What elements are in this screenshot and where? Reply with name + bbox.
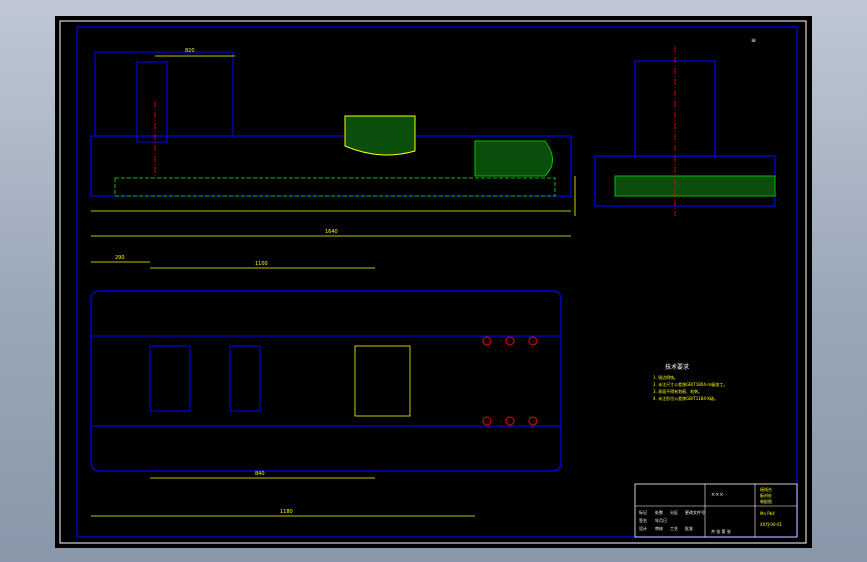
title-block-cell-1: 标记 [639, 509, 647, 515]
tech-req-line-1: 1. 锐边倒钝。 [653, 374, 678, 380]
title-block-material: Mn Pb4 [760, 511, 775, 516]
plan-view-top-dimension: 1100 [255, 261, 268, 267]
title-block-cell-2: 处数 [655, 509, 663, 515]
title-block-cell-5: 签名 [639, 517, 647, 523]
title-block-drawing-no: XXYJ-00-01 [760, 522, 782, 527]
plan-view: 1100 840 1180 290 [90, 255, 562, 517]
front-view-section-a [344, 115, 416, 156]
front-view-upper-block [94, 51, 234, 137]
plan-view-hole-1 [482, 336, 492, 346]
title-block-cell-10: 批准 [685, 525, 693, 531]
tech-req-title: 技术要求 [665, 363, 689, 371]
technical-requirements: 技术要求 1. 锐边倒钝。 2. 未注尺寸公差按GB/T1804-m级加工。 3… [653, 363, 727, 401]
title-block: ××× 接线台 板材处 装配图 Mn Pb4 XXYJ-00-01 标记 处数 … [634, 483, 798, 538]
title-block-cell-8: 审核 [655, 525, 663, 531]
inner-sheet-border [76, 26, 798, 538]
plan-view-clamp-1 [149, 345, 191, 412]
outer-sheet-border [59, 20, 807, 544]
plan-view-clamp-2 [229, 345, 261, 412]
tech-req-line-2: 2. 未注尺寸公差按GB/T1804-m级加工。 [653, 381, 727, 387]
plan-view-hole-2 [505, 336, 515, 346]
tech-req-line-4: 4. 未注形位公差按GB/T1184-K级。 [653, 395, 718, 401]
front-view: 1640 820 [90, 48, 572, 237]
plan-view-mid-dimension: 840 [255, 471, 265, 477]
front-view-overall-dimension: 1640 [325, 229, 338, 235]
side-view-hatched-section [614, 175, 776, 197]
title-block-name: 接线台 [760, 486, 772, 492]
title-block-cell-4: 更改文件号 [685, 509, 705, 515]
front-view-section-b [474, 140, 553, 177]
plan-view-outline [90, 290, 562, 472]
title-block-sub1: 板材处 [760, 492, 772, 498]
title-block-sub2: 装配图 [760, 498, 772, 504]
title-block-footer: 共 张 第 张 [711, 528, 731, 534]
front-view-post [136, 61, 168, 143]
front-view-hidden-slot [114, 177, 556, 197]
title-block-cell-6: 年月日 [655, 517, 667, 523]
plan-view-pocket [354, 345, 411, 417]
title-block-cell-9: 工艺 [670, 526, 678, 531]
plan-view-bottom-dimension: 1180 [280, 509, 293, 515]
plan-view-small-dimension: 290 [115, 255, 125, 261]
cad-drawing-canvas[interactable]: 1640 820 1100 840 1180 290 技术要求 1. 锐边倒钝。… [55, 16, 812, 548]
tech-req-line-3: 3. 表面不得有划痕、毛刺。 [653, 388, 702, 394]
side-view [574, 46, 776, 216]
plan-view-hole-3 [528, 336, 538, 346]
title-block-cell-3: 分区 [670, 509, 678, 515]
frame-corner-mark: ≡ [751, 37, 756, 44]
plan-view-hole-5 [505, 416, 515, 426]
plan-view-hole-6 [528, 416, 538, 426]
front-view-top-dimension: 820 [185, 48, 195, 54]
title-block-center-text: ××× [711, 492, 724, 498]
side-view-upright [634, 60, 716, 157]
title-block-cell-7: 设计 [639, 525, 647, 531]
drawing-viewport[interactable]: 1640 820 1100 840 1180 290 技术要求 1. 锐边倒钝。… [55, 16, 812, 548]
plan-view-hole-4 [482, 416, 492, 426]
